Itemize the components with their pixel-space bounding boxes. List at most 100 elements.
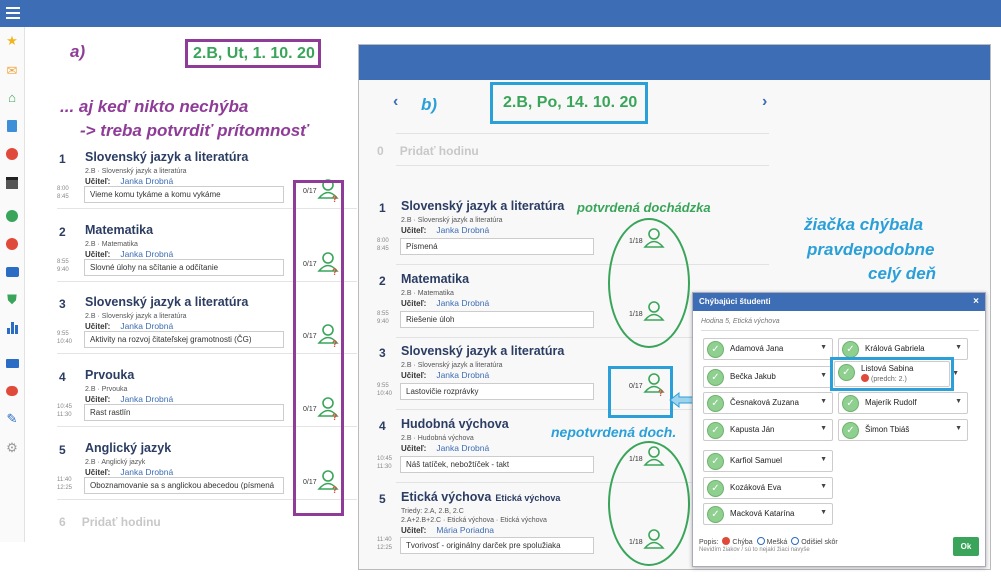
chevron-down-icon[interactable]: ▼ (820, 372, 827, 379)
check-icon[interactable]: ✓ (707, 506, 724, 523)
check-icon[interactable]: ✓ (842, 341, 859, 358)
date-title-a: 2.B, Ut, 1. 10. 20 (185, 39, 321, 68)
teacher-name[interactable]: Janka Drobná (120, 467, 173, 477)
lesson-subject: 2.B · Slovenský jazyk a literatúra (401, 362, 503, 369)
teacher-name[interactable]: Janka Drobná (436, 443, 489, 453)
teacher-name[interactable]: Janka Drobná (120, 249, 173, 259)
close-icon[interactable]: × (973, 293, 979, 311)
check-icon[interactable]: ✓ (707, 480, 724, 497)
check-icon[interactable] (4, 208, 20, 224)
lesson-time: 10:45 11:30 (377, 456, 393, 470)
chevron-down-icon[interactable]: ▼ (955, 344, 962, 351)
lesson-number: 2 (379, 274, 386, 288)
check-icon[interactable]: ✓ (707, 395, 724, 412)
teacher-name[interactable]: Janka Drobná (120, 394, 173, 404)
teacher-name[interactable]: Mária Poriadna (436, 525, 494, 535)
lesson-topic-input[interactable]: Lastovičie rozprávky (400, 383, 594, 400)
annotation-note-line1: ... aj keď nikto nechýba (60, 97, 249, 116)
check-icon[interactable]: ✓ (842, 422, 859, 439)
badge-icon[interactable] (4, 236, 20, 252)
prev-day-button[interactable]: ‹ (393, 93, 398, 111)
student-select[interactable]: ✓ Kapusta Ján ▼ (703, 419, 833, 441)
teacher-name[interactable]: Janka Drobná (436, 370, 489, 380)
lesson-teacher: Učiteľ: Janka Drobná (401, 298, 490, 308)
student-select[interactable]: ✓ Macková Katarína ▼ (703, 503, 833, 525)
briefcase-icon[interactable] (4, 264, 20, 280)
student-select[interactable]: ✓ Šimon Tbiáš ▼ (838, 419, 968, 441)
open-book-icon[interactable] (4, 355, 20, 371)
lesson-title[interactable]: Matematika (401, 272, 469, 286)
lesson-title[interactable]: Etická výchova Etická výchova (401, 490, 560, 504)
chevron-down-icon[interactable]: ▼ (955, 425, 962, 432)
lesson-title[interactable]: Slovenský jazyk a literatúra (85, 150, 248, 164)
check-icon[interactable]: ✓ (707, 341, 724, 358)
next-day-button[interactable]: › (762, 93, 767, 111)
chevron-down-icon[interactable]: ▼ (820, 483, 827, 490)
calendar-icon[interactable] (4, 175, 20, 191)
lesson-title[interactable]: Slovenský jazyk a literatúra (85, 295, 248, 309)
lesson-title[interactable]: Hudobná výchova (401, 417, 509, 431)
lesson-topic-input[interactable]: Písmená (400, 238, 594, 255)
divider (701, 330, 979, 331)
lesson-topic-input[interactable]: Náš tatíček, nebožtíček - takt (400, 456, 594, 473)
chevron-down-icon[interactable]: ▼ (820, 509, 827, 516)
highlight-box-absent-student (830, 357, 954, 391)
student-select[interactable]: ✓ Adamová Jana ▼ (703, 338, 833, 360)
lesson-topic-input[interactable]: Rast rastlín (84, 404, 284, 421)
lesson-topic-input[interactable]: Slovné úlohy na sčítanie a odčítanie (84, 259, 284, 276)
check-icon[interactable]: ✓ (707, 453, 724, 470)
hamburger-menu-icon[interactable] (6, 7, 20, 19)
lesson-number: 5 (59, 443, 66, 457)
ok-button[interactable]: Ok (953, 537, 979, 556)
lesson-title[interactable]: Anglický jazyk (85, 441, 171, 455)
lesson-topic-input[interactable]: Aktivity na rozvoj čitateľskej gramotnos… (84, 331, 284, 348)
add-lesson-button[interactable]: 6 Pridať hodinu (59, 515, 161, 529)
lesson-topic-input[interactable]: Oboznamovanie sa s anglickou abecedou (p… (84, 477, 284, 494)
star-icon[interactable]: ★ (4, 33, 20, 49)
lesson-divider (396, 133, 769, 134)
chat-icon[interactable] (4, 383, 20, 399)
lesson-title[interactable]: Prvouka (85, 368, 134, 382)
teacher-name[interactable]: Janka Drobná (120, 176, 173, 186)
legend-note[interactable]: Nevidím žiakov / sú to nejakí žiaci navy… (699, 547, 810, 553)
lesson-time: 8:55 9:40 (377, 311, 389, 325)
student-select[interactable]: ✓ Česnaková Zuzana ▼ (703, 392, 833, 414)
chevron-down-icon[interactable]: ▼ (820, 398, 827, 405)
lesson-title[interactable]: Slovenský jazyk a literatúra (401, 344, 564, 358)
lesson-teacher: Učiteľ: Mária Poriadna (401, 525, 494, 535)
teacher-name[interactable]: Janka Drobná (436, 298, 489, 308)
check-icon[interactable]: ✓ (707, 369, 724, 386)
bar-chart-icon[interactable] (4, 320, 20, 336)
student-select[interactable]: ✓ Karfiol Samuel ▼ (703, 450, 833, 472)
shield-icon[interactable]: ⛊ (4, 292, 20, 308)
lesson-topic-input[interactable]: Vieme komu tykáme a komu vykáme (84, 186, 284, 203)
lesson-subject: 2.B · Slovenský jazyk a literatúra (85, 168, 187, 175)
teacher-name[interactable]: Janka Drobná (436, 225, 489, 235)
student-select[interactable]: ✓ Kozáková Eva ▼ (703, 477, 833, 499)
teacher-name[interactable]: Janka Drobná (120, 321, 173, 331)
student-select[interactable]: ✓ Bečka Jakub ▼ (703, 366, 833, 388)
lesson-time: 8:55 9:40 (57, 259, 69, 273)
pen-icon[interactable]: ✎ (4, 411, 20, 427)
chevron-down-icon[interactable]: ▼ (820, 456, 827, 463)
user-icon[interactable] (4, 146, 20, 162)
lesson-title[interactable]: Matematika (85, 223, 153, 237)
dialog-header: Chýbajúci študenti × (693, 293, 985, 311)
leave-icon (791, 537, 800, 545)
home-icon[interactable]: ⌂ (4, 90, 20, 106)
lesson-topic-input[interactable]: Tvorivosť - originálny darček pre spoluž… (400, 537, 594, 554)
lesson-subject: 2.B · Matematika (85, 241, 138, 248)
gear-icon[interactable]: ⚙ (4, 440, 20, 456)
add-lesson-button[interactable]: 0 Pridať hodinu (377, 144, 479, 158)
lesson-topic-input[interactable]: Riešenie úloh (400, 311, 594, 328)
mail-icon[interactable]: ✉ (4, 63, 20, 79)
legend: Popis: Chýba Mešká Odišiel skôr (699, 537, 838, 546)
chevron-down-icon[interactable]: ▼ (820, 425, 827, 432)
student-select[interactable]: ✓ Majerík Rudolf ▼ (838, 392, 968, 414)
check-icon[interactable]: ✓ (842, 395, 859, 412)
lesson-title[interactable]: Slovenský jazyk a literatúra (401, 199, 564, 213)
chevron-down-icon[interactable]: ▼ (820, 344, 827, 351)
check-icon[interactable]: ✓ (707, 422, 724, 439)
chevron-down-icon[interactable]: ▼ (955, 398, 962, 405)
book-icon[interactable] (4, 118, 20, 134)
